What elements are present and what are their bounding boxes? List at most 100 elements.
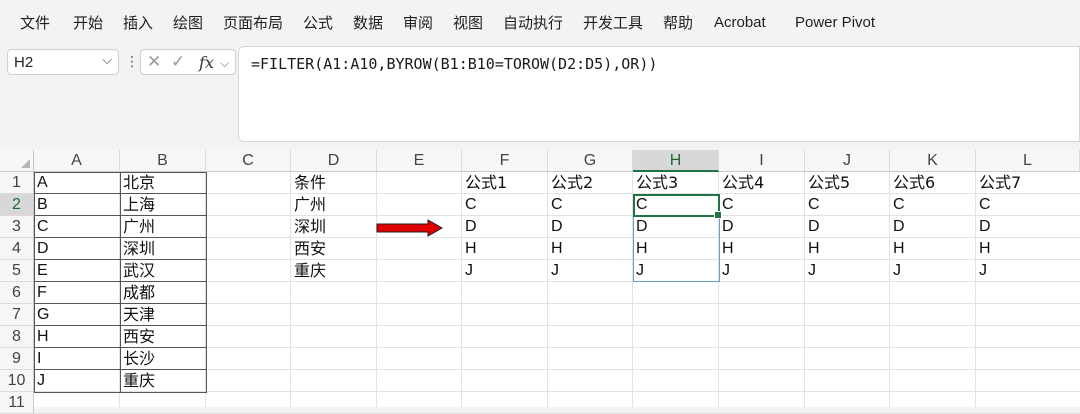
tab-power-pivot[interactable]: Power Pivot	[795, 14, 875, 32]
cell-l4[interactable]: H	[976, 238, 1080, 260]
cell-l1[interactable]: 公式7	[976, 172, 1080, 194]
cell-i1[interactable]: 公式4	[719, 172, 805, 194]
cell-l2[interactable]: C	[976, 194, 1080, 216]
cell-d4[interactable]: 西安	[291, 238, 377, 260]
tab-insert[interactable]: 插入	[123, 14, 153, 32]
cell-a9[interactable]: I	[34, 348, 120, 370]
row-header-11[interactable]: 11	[0, 392, 34, 414]
cell-l5[interactable]: J	[976, 260, 1080, 282]
row-header-5[interactable]: 5	[0, 260, 34, 282]
cell-b7[interactable]: 天津	[120, 304, 206, 326]
tab-page-layout[interactable]: 页面布局	[223, 14, 283, 32]
cell-b8[interactable]: 西安	[120, 326, 206, 348]
name-box[interactable]: H2 ⌵	[7, 49, 119, 75]
insert-function-icon[interactable]: fx	[199, 53, 214, 72]
column-header-h[interactable]: H	[633, 150, 719, 172]
cell-f4[interactable]: H	[462, 238, 548, 260]
cell-a3[interactable]: C	[34, 216, 120, 238]
tab-data[interactable]: 数据	[353, 14, 383, 32]
active-cell-h2[interactable]	[633, 194, 722, 219]
cell-b1[interactable]: 北京	[120, 172, 206, 194]
tab-developer[interactable]: 开发工具	[583, 14, 643, 32]
cell-d5[interactable]: 重庆	[291, 260, 377, 282]
column-header-c[interactable]: C	[206, 150, 291, 172]
column-header-i[interactable]: I	[719, 150, 805, 172]
column-header-g[interactable]: G	[548, 150, 633, 172]
cell-a4[interactable]: D	[34, 238, 120, 260]
cell-i5[interactable]: J	[719, 260, 805, 282]
row-header-1[interactable]: 1	[0, 172, 34, 194]
cell-b4[interactable]: 深圳	[120, 238, 206, 260]
cell-k5[interactable]: J	[890, 260, 976, 282]
cell-f1[interactable]: 公式1	[462, 172, 548, 194]
cell-j4[interactable]: H	[805, 238, 890, 260]
cell-j2[interactable]: C	[805, 194, 890, 216]
row-header-2[interactable]: 2	[0, 194, 34, 216]
spreadsheet-grid[interactable]: A B C D E F G H I J K L 1 2 3 4 5 6 7 8 9 10 11 A B C D E F G H I J 北京 上海广…	[0, 150, 1080, 414]
cell-j5[interactable]: J	[805, 260, 890, 282]
cell-j3[interactable]: D	[805, 216, 890, 238]
tab-home[interactable]: 开始	[73, 14, 103, 32]
select-all-corner[interactable]	[0, 150, 34, 172]
cell-g1[interactable]: 公式2	[548, 172, 633, 194]
column-header-f[interactable]: F	[462, 150, 548, 172]
cell-a1[interactable]: A	[34, 172, 120, 194]
column-header-k[interactable]: K	[890, 150, 976, 172]
column-header-b[interactable]: B	[120, 150, 206, 172]
chevron-down-icon[interactable]: ⌵	[102, 53, 112, 68]
row-header-4[interactable]: 4	[0, 238, 34, 260]
cell-h1[interactable]: 公式3	[633, 172, 719, 194]
tab-help[interactable]: 帮助	[663, 14, 693, 32]
cell-d2[interactable]: 广州	[291, 194, 377, 216]
tab-automate[interactable]: 自动执行	[503, 14, 563, 32]
column-header-e[interactable]: E	[377, 150, 462, 172]
tab-review[interactable]: 审阅	[403, 14, 433, 32]
cell-g4[interactable]: H	[548, 238, 633, 260]
cell-b5[interactable]: 武汉	[120, 260, 206, 282]
row-header-10[interactable]: 10	[0, 370, 34, 392]
row-header-8[interactable]: 8	[0, 326, 34, 348]
cell-k2[interactable]: C	[890, 194, 976, 216]
tab-view[interactable]: 视图	[453, 14, 483, 32]
cell-k4[interactable]: H	[890, 238, 976, 260]
cell-g3[interactable]: D	[548, 216, 633, 238]
tab-file[interactable]: 文件	[20, 14, 50, 32]
cell-b3[interactable]: 广州	[120, 216, 206, 238]
cell-d1[interactable]: 条件	[291, 172, 377, 194]
cell-i2[interactable]: C	[719, 194, 805, 216]
cell-k3[interactable]: D	[890, 216, 976, 238]
cell-b6[interactable]: 成都	[120, 282, 206, 304]
cell-f3[interactable]: D	[462, 216, 548, 238]
cell-k1[interactable]: 公式6	[890, 172, 976, 194]
row-header-7[interactable]: 7	[0, 304, 34, 326]
fill-handle[interactable]	[714, 211, 722, 219]
cell-a5[interactable]: E	[34, 260, 120, 282]
column-header-j[interactable]: J	[805, 150, 890, 172]
tab-draw[interactable]: 绘图	[173, 14, 203, 32]
cell-f5[interactable]: J	[462, 260, 548, 282]
tab-acrobat[interactable]: Acrobat	[714, 14, 766, 32]
cell-a6[interactable]: F	[34, 282, 120, 304]
cell-f2[interactable]: C	[462, 194, 548, 216]
cell-i3[interactable]: D	[719, 216, 805, 238]
cell-j1[interactable]: 公式5	[805, 172, 890, 194]
cell-l3[interactable]: D	[976, 216, 1080, 238]
cell-i4[interactable]: H	[719, 238, 805, 260]
formula-input[interactable]: =FILTER(A1:A10,BYROW(B1:B10=TOROW(D2:D5)…	[238, 46, 1080, 142]
cell-a8[interactable]: H	[34, 326, 120, 348]
cell-b10[interactable]: 重庆	[120, 370, 206, 392]
column-header-l[interactable]: L	[976, 150, 1080, 172]
row-header-6[interactable]: 6	[0, 282, 34, 304]
check-icon[interactable]: ✓	[171, 52, 185, 72]
tab-formulas[interactable]: 公式	[303, 14, 333, 32]
chevron-down-icon[interactable]: ⌵	[220, 56, 229, 71]
cell-a10[interactable]: J	[34, 370, 120, 392]
row-header-9[interactable]: 9	[0, 348, 34, 370]
cell-a7[interactable]: G	[34, 304, 120, 326]
cell-d3[interactable]: 深圳	[291, 216, 377, 238]
cell-g2[interactable]: C	[548, 194, 633, 216]
cell-g5[interactable]: J	[548, 260, 633, 282]
row-header-3[interactable]: 3	[0, 216, 34, 238]
cell-b2[interactable]: 上海	[120, 194, 206, 216]
more-options-icon[interactable]: ⋮	[125, 54, 139, 70]
